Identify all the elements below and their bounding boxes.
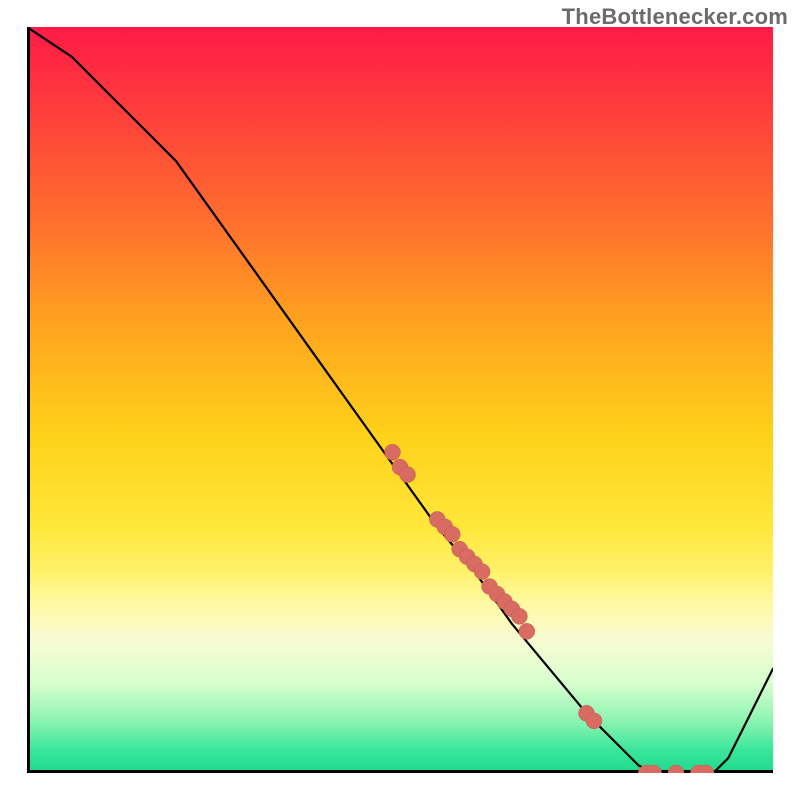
- data-point: [586, 713, 602, 729]
- data-point: [444, 526, 460, 542]
- data-point: [474, 564, 490, 580]
- data-point: [385, 444, 401, 460]
- bottleneck-curve: [27, 27, 773, 773]
- watermark-text: TheBottlenecker.com: [562, 4, 788, 30]
- data-point: [519, 623, 535, 639]
- data-point: [400, 467, 416, 483]
- data-point: [668, 765, 684, 773]
- plot-area: [27, 27, 773, 773]
- scatter-group: [385, 444, 714, 773]
- chart-container: TheBottlenecker.com: [0, 0, 800, 800]
- data-point: [511, 608, 527, 624]
- chart-overlay: [27, 27, 773, 773]
